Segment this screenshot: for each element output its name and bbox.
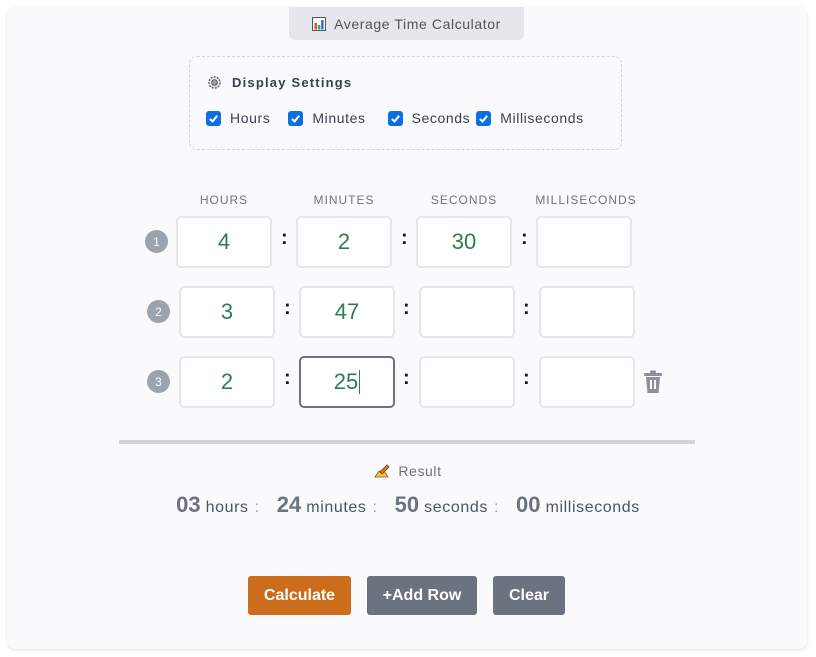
- column-header-hours: HOURS: [199, 193, 249, 207]
- calculate-button[interactable]: Calculate: [248, 576, 351, 615]
- clear-button[interactable]: Clear: [493, 576, 565, 615]
- row-number-badge: 2: [147, 300, 170, 323]
- result-value: 03 hours: 24 minutes: 50 seconds: 00 mil…: [176, 492, 640, 517]
- time-separator: :: [284, 367, 291, 389]
- minutes-input[interactable]: 47: [299, 286, 395, 338]
- time-separator: :: [523, 297, 530, 319]
- checkbox-hours[interactable]: Hours: [206, 110, 270, 126]
- checkbox-seconds[interactable]: Seconds: [387, 110, 471, 126]
- result-milliseconds-unit: milliseconds: [545, 499, 640, 516]
- result-hours: 03: [176, 492, 201, 517]
- hours-input[interactable]: 3: [179, 286, 275, 338]
- time-separator: :: [521, 227, 528, 249]
- trash-icon[interactable]: [643, 370, 663, 394]
- milliseconds-input[interactable]: [539, 356, 635, 408]
- divider: [119, 440, 695, 444]
- time-separator: :: [281, 227, 288, 249]
- minutes-input[interactable]: 2: [296, 216, 392, 268]
- result-seconds: 50: [394, 492, 420, 517]
- checkbox-checked-icon[interactable]: [476, 110, 492, 126]
- result-minutes-unit: minutes: [306, 499, 367, 516]
- seconds-input[interactable]: [419, 286, 515, 338]
- checkbox-checked-icon[interactable]: [206, 110, 221, 126]
- milliseconds-input[interactable]: [536, 216, 632, 268]
- column-header-milliseconds: MILLISECONDS: [535, 193, 637, 207]
- result-seconds-unit: seconds: [424, 499, 488, 516]
- hours-input[interactable]: 2: [179, 356, 275, 408]
- app-title-text: Average Time Calculator: [334, 15, 501, 32]
- display-settings-panel: Display Settings Hours Minutes Seconds M…: [189, 56, 622, 150]
- result-minutes: 24: [276, 492, 302, 517]
- result-milliseconds: 00: [516, 492, 541, 517]
- writing-hand-icon: [374, 464, 390, 478]
- time-separator: :: [523, 367, 530, 389]
- checkbox-minutes[interactable]: Minutes: [288, 110, 365, 126]
- milliseconds-input[interactable]: [539, 286, 635, 338]
- checkbox-checked-icon[interactable]: [387, 110, 403, 126]
- time-separator: :: [403, 367, 410, 389]
- result-hours-unit: hours: [205, 499, 249, 516]
- app-title: Average Time Calculator: [289, 7, 524, 40]
- hours-input[interactable]: 4: [176, 216, 272, 268]
- time-separator: :: [401, 227, 408, 249]
- time-separator: :: [284, 297, 291, 319]
- seconds-input[interactable]: 30: [416, 216, 512, 268]
- column-header-seconds: SECONDS: [430, 193, 498, 207]
- bar-chart-icon: [312, 16, 327, 31]
- display-settings-heading: Display Settings: [207, 75, 352, 90]
- seconds-input[interactable]: [419, 356, 515, 408]
- column-header-minutes: MINUTES: [313, 193, 375, 207]
- row-number-badge: 1: [145, 230, 168, 253]
- time-separator: :: [403, 297, 410, 319]
- checkbox-milliseconds[interactable]: Milliseconds: [476, 110, 583, 126]
- minutes-input-focused[interactable]: 25: [299, 356, 395, 408]
- add-row-button[interactable]: +Add Row: [367, 576, 477, 615]
- row-number-badge: 3: [147, 370, 170, 393]
- text-caret: [359, 370, 361, 394]
- checkbox-checked-icon[interactable]: [288, 110, 304, 126]
- result-label: Result: [0, 463, 816, 479]
- gear-icon: [207, 75, 222, 90]
